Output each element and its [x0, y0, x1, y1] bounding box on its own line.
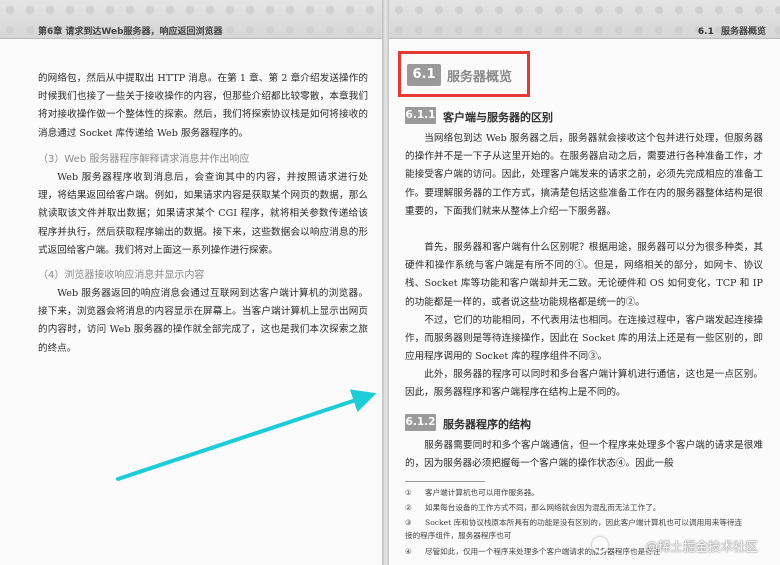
- section-number-badge: 6.1: [407, 64, 441, 86]
- paragraph: 此外，服务器的程序可以同时和多台客户端计算机进行通信，这也是一点区别。因此，服务…: [405, 369, 763, 399]
- subheading: （4）浏览器接收响应消息并显示内容: [38, 270, 205, 281]
- paragraph: 首先，服务器和客户端有什么区别呢？根据用途，服务器可以分为很多种类，其硬件和操作…: [405, 242, 763, 308]
- watermark-logo-icon: [592, 537, 608, 553]
- section-header-number: 6.1: [697, 27, 714, 37]
- paragraph: 的网络包，然后从中提取出 HTTP 消息。在第 1 章、第 2 章介绍发送操作的…: [38, 73, 368, 139]
- right-page: 6.1 服务器概览 6.1 服务器概览 6.1.1 客户端与服务器的区别 当网络…: [389, 0, 780, 565]
- watermark: @稀土掘金技术社区: [645, 539, 758, 554]
- footnote: ① 客户端计算机也可以用作服务器。: [405, 488, 539, 497]
- footnote-rule: [405, 481, 485, 482]
- left-page: 第6章 请求到达Web服务器，响应返回浏览器 的网络包，然后从中提取出 HTTP…: [0, 0, 382, 565]
- book-spine: [382, 0, 389, 565]
- footnote: ② 如果每台设备的工作方式不同，那么网络就会因为混乱而无法工作了。: [405, 503, 661, 512]
- subsection-title: 服务器程序的结构: [443, 418, 531, 431]
- subsection-title: 客户端与服务器的区别: [443, 111, 553, 124]
- paragraph: 服务器需要同时和多个客户端通信，但一个程序来处理多个客户端的请求是很难的，因为服…: [405, 440, 763, 470]
- subheading: （3）Web 服务器程序解释请求消息并作出响应: [38, 154, 250, 165]
- paragraph: Web 服务器返回的响应消息会通过互联网到达客户端计算机的浏览器。接下来，浏览器…: [38, 288, 368, 354]
- paragraph: 当网络包到达 Web 服务器之后，服务器就会接收这个包并进行处理，但服务器的操作…: [405, 133, 763, 217]
- chapter-header: 第6章 请求到达Web服务器，响应返回浏览器: [38, 27, 223, 37]
- section-header-title: 服务器概览: [720, 27, 766, 37]
- paragraph: 不过，它们的功能相同，不代表用法也相同。在连接过程中，客户端发起连接操作，而服务…: [405, 315, 763, 363]
- section-header: 6.1 服务器概览: [698, 24, 766, 37]
- paragraph: Web 服务器程序收到消息后，会查询其中的内容，并按照请求进行处理，将结果返回给…: [38, 172, 368, 256]
- subsection-number-badge: 6.1.1: [405, 107, 436, 124]
- subsection-number-badge: 6.1.2: [405, 414, 436, 431]
- section-title: 服务器概览: [447, 70, 513, 85]
